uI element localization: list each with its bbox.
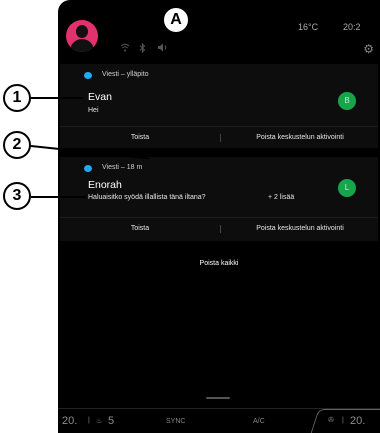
action-divider [220, 225, 221, 233]
contact-avatar-badge: L [338, 179, 356, 197]
climate-separator: | [88, 417, 90, 424]
notification-actions: Toista Poista keskustelun aktivointi [60, 217, 378, 240]
more-messages-label[interactable]: + 2 lisää [268, 194, 294, 201]
callout-1: 1 [3, 84, 31, 112]
wifi-icon [120, 43, 130, 55]
action-divider [220, 134, 221, 142]
avatar-body-shape [70, 39, 94, 52]
clock-time: 20:2 [343, 22, 361, 32]
notification-card[interactable]: Viesti – 18 m Enorah Haluaisitko syödä i… [60, 157, 378, 241]
notification-actions: Toista Poista keskustelun aktivointi [60, 126, 378, 149]
callout-3-leader-line [31, 196, 86, 198]
deactivate-conversation-button[interactable]: Poista keskustelun aktivointi [222, 218, 378, 240]
fan-control-frame [310, 409, 380, 433]
volume-icon [157, 43, 169, 55]
contact-avatar-badge: B [338, 92, 356, 110]
left-temperature[interactable]: 20. [62, 415, 77, 427]
climate-separator: | [342, 417, 344, 424]
callout-a: A [162, 6, 190, 34]
ac-button[interactable]: A/C [253, 418, 265, 425]
avatar-head-shape [76, 25, 88, 38]
climate-bar: 20. | ♨ 5 SYNC A/C ✇ | 20. [58, 408, 380, 433]
message-text: Haluaisitko syödä illallista tänä iltana… [88, 194, 206, 201]
clear-all-button[interactable]: Poista kaikki [58, 260, 380, 267]
deactivate-conversation-button[interactable]: Poista keskustelun aktivointi [222, 127, 378, 149]
message-text: Hei [88, 107, 99, 114]
fan-icon[interactable]: ✇ [328, 416, 334, 424]
callout-2: 2 [3, 131, 31, 159]
callout-3: 3 [3, 182, 31, 210]
play-button[interactable]: Toista [60, 218, 220, 240]
settings-icon[interactable]: ⚙ [363, 42, 374, 56]
outside-temperature: 16°C [298, 22, 319, 32]
sync-button[interactable]: SYNC [166, 418, 185, 425]
right-temperature[interactable]: 20. [350, 415, 365, 427]
play-button[interactable]: Toista [60, 127, 220, 149]
notification-source: Viesti – 18 m [102, 164, 143, 171]
bluetooth-icon [139, 42, 146, 56]
message-bubble-icon [84, 165, 92, 172]
status-bar: 16°C 20:2 ⚙ [58, 0, 380, 60]
fan-level[interactable]: 5 [108, 415, 114, 427]
contact-name: Enorah [88, 179, 122, 191]
infotainment-screen: 16°C 20:2 ⚙ Viesti – ylläpito Evan Hei B… [58, 0, 380, 433]
callout-1-leader-line [31, 97, 83, 99]
user-avatar[interactable] [66, 20, 98, 52]
contact-name: Evan [88, 91, 112, 103]
drawer-handle[interactable] [206, 397, 230, 399]
notification-card[interactable]: Viesti – ylläpito Evan Hei B Toista Pois… [60, 64, 378, 148]
seat-heat-icon[interactable]: ♨ [96, 417, 102, 425]
notification-source: Viesti – ylläpito [102, 71, 149, 78]
message-bubble-icon [84, 72, 92, 79]
